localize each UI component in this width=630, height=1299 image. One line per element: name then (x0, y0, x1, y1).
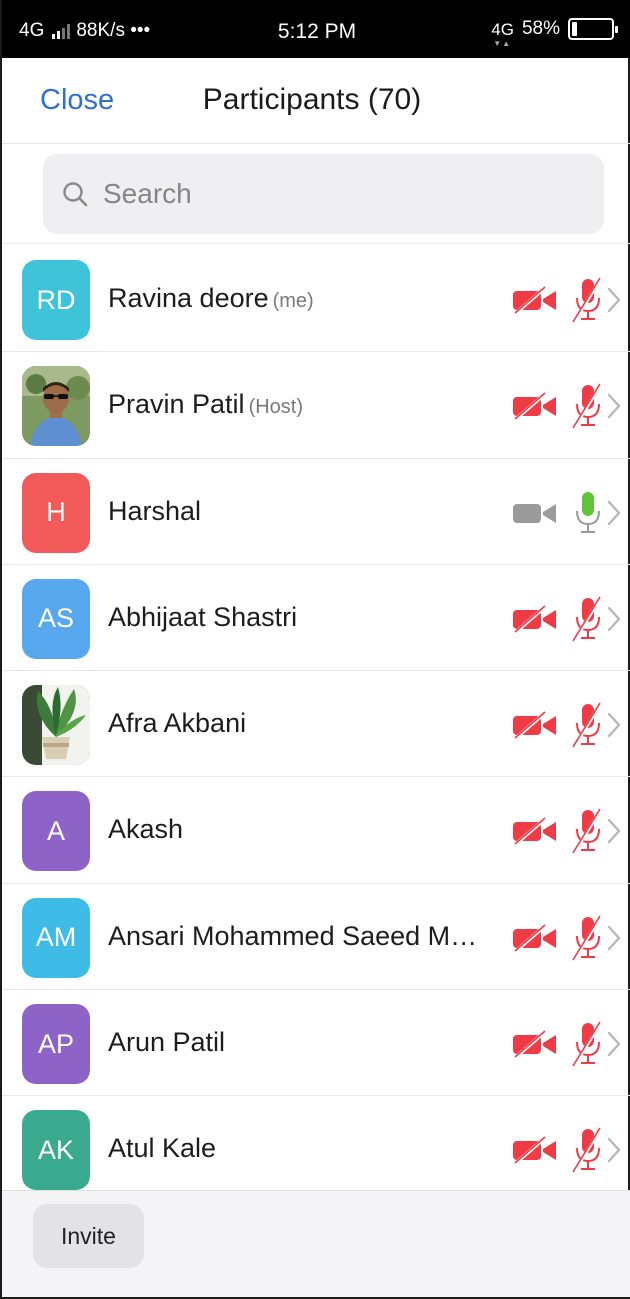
participant-row[interactable]: Afra Akbani (2, 671, 630, 778)
participant-name-text: Pravin Patil (108, 389, 245, 420)
mic-muted-icon (572, 1127, 603, 1174)
participant-name: Afra Akbani (108, 708, 246, 739)
chevron-right-icon (607, 287, 621, 313)
avatar (22, 685, 90, 766)
avatar: A (22, 791, 90, 872)
status-bar: 4G 88K/s ••• 5:12 PM 4G ▼▲ 58% (2, 0, 630, 58)
mic-icon (576, 491, 600, 533)
participant-name-text: Ansari Mohammed Saeed M… (108, 920, 478, 951)
participant-name-text: Ravina deore (108, 283, 269, 313)
chevron-right-icon (607, 1031, 621, 1057)
participant-row[interactable]: H Harshal (2, 459, 630, 565)
participant-name-text: Arun Patil (108, 1027, 226, 1058)
chevron-right-icon (607, 500, 621, 525)
participant-name-text: Akash (108, 814, 184, 845)
video-off-icon (513, 1136, 556, 1165)
avatar: AK (22, 1110, 90, 1191)
participant-role-tag: (me) (272, 290, 314, 312)
app-frame: 4G 88K/s ••• 5:12 PM 4G ▼▲ 58% Close Part… (0, 0, 630, 1299)
avatar: AP (22, 1004, 90, 1085)
participant-name: Abhijaat Shastri (108, 602, 297, 633)
avatar: H (22, 472, 90, 553)
mic-muted-icon (572, 596, 603, 642)
participant-name-text: Harshal (108, 495, 202, 526)
mic-muted-icon (572, 914, 603, 961)
search-section (2, 144, 630, 244)
status-right: 4G ▼▲ 58% (491, 18, 618, 48)
search-bar[interactable] (43, 154, 604, 234)
participant-row[interactable]: AS Abhijaat Shastri (2, 565, 630, 672)
participant-list: RD Ravina deore (me) Pravin Patil (Host) H Har… (2, 246, 630, 1203)
mic-muted-icon (572, 808, 603, 855)
mic-muted-icon (572, 277, 603, 323)
video-icon (513, 503, 556, 523)
avatar: AM (22, 897, 90, 978)
chevron-right-icon (607, 819, 621, 844)
battery-percent: 58% (521, 18, 560, 39)
chevron-right-icon (607, 394, 621, 419)
chevron-right-icon (607, 713, 621, 738)
video-off-icon (513, 923, 556, 952)
video-off-icon (513, 392, 556, 421)
header: Close Participants (70) (2, 58, 630, 144)
video-off-icon (513, 604, 556, 633)
participant-name: Ravina deore (me) (108, 283, 314, 314)
search-input[interactable] (103, 178, 583, 210)
invite-button[interactable]: Invite (33, 1204, 144, 1268)
participant-row[interactable]: Pravin Patil (Host) (2, 352, 630, 459)
video-off-icon (513, 1030, 556, 1059)
video-off-icon (513, 711, 556, 740)
avatar: RD (22, 260, 90, 340)
mic-muted-icon (572, 702, 603, 749)
participant-role-tag: (Host) (248, 396, 304, 419)
chevron-right-icon (607, 606, 621, 631)
mic-muted-icon (572, 1021, 603, 1067)
participant-name: Arun Patil (108, 1027, 225, 1058)
search-icon (63, 182, 88, 207)
participant-name: Akash (108, 814, 183, 845)
video-off-icon (513, 817, 556, 846)
chevron-right-icon (607, 1138, 621, 1163)
participant-name: Ansari Mohammed Saeed M… (108, 921, 477, 952)
participant-name-text: Afra Akbani (108, 708, 247, 739)
avatar (22, 366, 90, 447)
participant-row[interactable]: AM Ansari Mohammed Saeed M… (2, 884, 630, 991)
avatar: AS (22, 578, 90, 659)
participant-row[interactable]: AP Arun Patil (2, 990, 630, 1097)
participant-row[interactable]: AK Atul Kale (2, 1096, 630, 1203)
battery-icon (568, 18, 618, 40)
participant-name: Harshal (108, 496, 201, 527)
chevron-right-icon (607, 925, 621, 950)
participant-name: Atul Kale (108, 1133, 216, 1164)
page-title: Participants (70) (202, 83, 422, 116)
participant-row[interactable]: RD Ravina deore (me) (2, 246, 630, 353)
participant-name-text: Atul Kale (108, 1133, 217, 1164)
lte-icon: 4G ▼▲ (491, 19, 514, 48)
mic-muted-icon (572, 383, 603, 430)
footer-bar: Invite (2, 1190, 630, 1297)
participant-name: Pravin Patil (Host) (108, 389, 303, 420)
video-off-icon (513, 286, 556, 314)
participant-row[interactable]: A Akash (2, 777, 630, 884)
participant-name-text: Abhijaat Shastri (108, 601, 298, 632)
